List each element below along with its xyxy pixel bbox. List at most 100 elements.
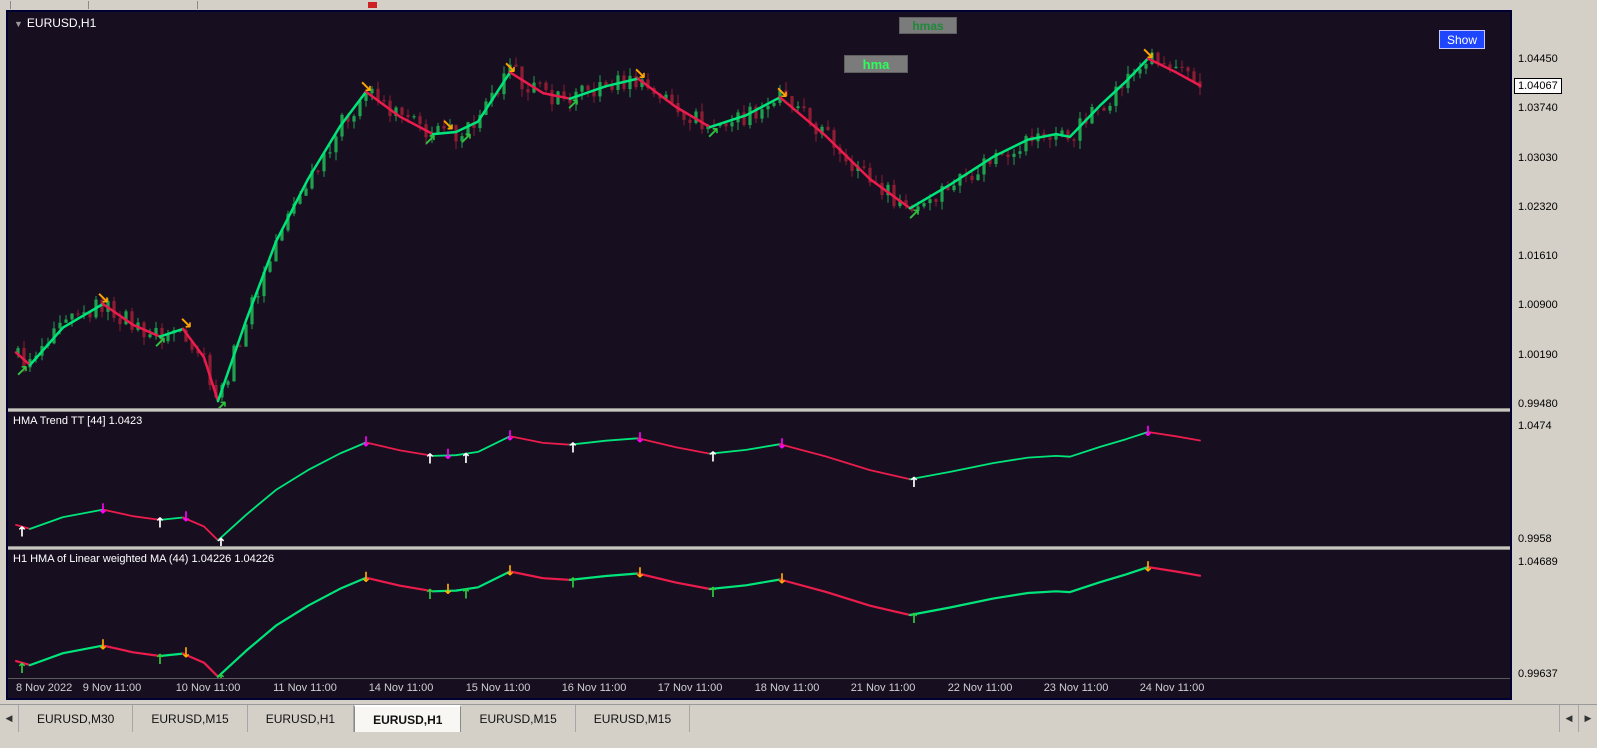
hmas-button[interactable]: hmas [899,17,957,34]
candles [16,48,1202,401]
tab-nav-left-icon[interactable]: ◀ [1559,705,1578,732]
signal-arrow-up: ↑ [567,440,579,456]
chart-tab-6[interactable]: EURUSD,M15 [576,705,691,732]
indicator-axis-label: 0.9958 [1518,533,1552,545]
price-axis-label: 1.02320 [1518,201,1558,213]
toolbar-separator [88,1,89,9]
signal-arrow-down: ↓ [634,566,646,582]
time-label: 14 Nov 11:00 [368,682,434,694]
signal-arrow-down: ↓ [180,646,192,662]
signal-arrow-down: ↓ [360,435,372,451]
time-label: 9 Nov 11:00 [82,682,142,694]
toolbar-strip [0,0,1597,10]
hma-line [15,431,1201,542]
signal-arrow-up: ↗ [706,124,719,143]
price-axis-label: 1.03030 [1518,152,1558,164]
toolbar-separator [10,1,11,9]
signal-arrow-down: ↘ [775,83,788,102]
signal-arrow-up: ↑ [16,525,28,541]
signal-arrow-up: ↑ [908,475,920,491]
collapse-triangle-icon[interactable]: ▼ [14,19,23,29]
signal-arrow-down: ↓ [634,431,646,447]
hma-trend-title: HMA Trend TT [44] 1.0423 [13,415,143,427]
signal-arrow-up: ↑ [424,587,436,603]
time-label: 18 Nov 11:00 [754,682,820,694]
time-label: 23 Nov 11:00 [1043,682,1109,694]
signal-arrow-up: ↑ [460,587,472,603]
signal-arrow-down: ↘ [441,115,454,134]
signal-arrow-down: ↓ [1142,424,1154,440]
signal-arrow-down: ↘ [359,77,372,96]
hma-button[interactable]: hma [844,55,908,73]
tab-scroll-left-icon[interactable]: ◀ [0,705,19,732]
time-label: 11 Nov 11:00 [273,682,337,694]
time-label: 10 Nov 11:00 [175,682,241,694]
signal-arrows: ↗ ↘ ↗ ↘ ↗ ↘ ↗ ↘ ↗ ↘ ↗ ↘ ↗ ↘ ↗ ↘ [15,44,1154,408]
price-axis-label: 1.04450 [1518,53,1558,65]
signal-arrow-up: ↑ [707,585,719,601]
price-axis-label: 0.99480 [1518,398,1558,410]
hma-trend-panel[interactable]: ↑ ↓ ↑ ↓ ↑ ↓ ↑ ↓ ↑ ↓ ↑ ↓ ↑ ↓ ↑ ↓ HMA Trend TT [44] 1.042… [8,412,1510,546]
signal-arrow-down: ↘ [96,289,109,308]
signal-arrows: ↑↓↑↓↑↓↑↓↑↓↑↓↑↓↑↓ [16,559,1154,678]
signal-arrow-up: ↗ [214,397,227,408]
hma-line [14,57,1202,403]
signal-arrow-up: ↑ [424,452,436,468]
price-axis-label: 1.00900 [1518,299,1558,311]
indicator-axis-label: 0.99637 [1518,668,1558,680]
signal-arrow-up: ↑ [16,661,28,677]
signal-arrow-up: ↑ [215,536,227,546]
symbol-text: EURUSD,H1 [26,16,97,30]
time-axis: 8 Nov 2022 9 Nov 11:00 10 Nov 11:00 11 Nov … [8,678,1510,698]
signal-arrow-down: ↘ [633,64,646,83]
signal-arrow-up: ↗ [459,129,472,148]
chart-tab-2[interactable]: EURUSD,M15 [133,705,248,732]
hma-line [14,566,1202,678]
chart-window: ↗ ↘ ↗ ↘ ↗ ↘ ↗ ↘ ↗ ↘ ↗ ↘ ↗ ↘ ↗ ↘ ▼ EURUSD,H1 hmas hma Sho… [6,10,1512,700]
signal-arrow-down: ↓ [442,582,454,598]
h1-hma-title: H1 HMA of Linear weighted MA (44) 1.0422… [13,553,275,565]
chart-tab-5[interactable]: EURUSD,M15 [461,705,576,732]
signal-arrow-up: ↑ [154,652,166,668]
signal-arrow-up: ↑ [567,576,579,592]
signal-arrow-up: ↑ [154,516,166,532]
symbol-label: ▼ EURUSD,H1 [14,16,96,30]
signal-arrow-up: ↑ [908,611,920,627]
signal-arrow-down: ↓ [97,638,109,654]
h1-hma-panel[interactable]: ↑↓↑↓↑↓↑↓↑↓↑↓↑↓↑↓ H1 HMA of Linear weight… [8,550,1510,678]
tab-nav-right: ◀ ▶ [1559,705,1597,732]
signal-arrow-up: ↑ [707,449,719,465]
h1-hma-canvas[interactable]: ↑↓↑↓↑↓↑↓↑↓↑↓↑↓↑↓ [8,550,1510,678]
toolbar-fragment-icon [368,2,377,8]
signal-arrow-down: ↓ [504,564,516,580]
signal-arrow-down: ↓ [442,447,454,463]
hma-trend-canvas[interactable]: ↑ ↓ ↑ ↓ ↑ ↓ ↑ ↓ ↑ ↓ ↑ ↓ ↑ ↓ ↑ ↓ [8,412,1510,546]
tab-nav-right-icon[interactable]: ▶ [1578,705,1597,732]
signal-arrow-down: ↘ [1141,44,1154,63]
signal-arrow-down: ↓ [504,429,516,445]
signal-arrow-down: ↓ [97,502,109,518]
indicator-axis-label: 1.04689 [1518,556,1558,568]
chart-tab-bar: ◀ EURUSD,M30 EURUSD,M15 EURUSD,H1 EURUSD,H1 E… [0,704,1597,732]
chart-tab-3[interactable]: EURUSD,H1 [248,705,355,732]
time-label: 22 Nov 11:00 [947,682,1013,694]
signal-arrow-down: ↓ [180,510,192,526]
current-price-box: 1.04067 [1514,78,1562,94]
price-axis-label: 1.01610 [1518,250,1558,262]
signal-arrow-down: ↓ [360,570,372,586]
price-axis-label: 1.03740 [1518,102,1558,114]
time-label: 24 Nov 11:00 [1139,682,1205,694]
signal-arrow-up: ↗ [15,362,28,381]
main-chart-panel[interactable]: ↗ ↘ ↗ ↘ ↗ ↘ ↗ ↘ ↗ ↘ ↗ ↘ ↗ ↘ ↗ ↘ ▼ EURUSD,H1 hmas hma Sho… [8,12,1510,408]
time-label: 16 Nov 11:00 [561,682,627,694]
chart-tab-1[interactable]: EURUSD,M30 [19,705,134,732]
main-chart-canvas[interactable]: ↗ ↘ ↗ ↘ ↗ ↘ ↗ ↘ ↗ ↘ ↗ ↘ ↗ ↘ ↗ ↘ [8,12,1510,408]
time-label: 21 Nov 11:00 [850,682,916,694]
signal-arrow-down: ↓ [776,572,788,588]
signal-arrow-up: ↗ [423,131,436,150]
toolbar-separator [197,1,198,9]
signal-arrow-down: ↘ [503,58,516,77]
chart-tab-4-active[interactable]: EURUSD,H1 [354,705,462,732]
show-button[interactable]: Show [1439,30,1485,49]
time-label: 17 Nov 11:00 [657,682,723,694]
